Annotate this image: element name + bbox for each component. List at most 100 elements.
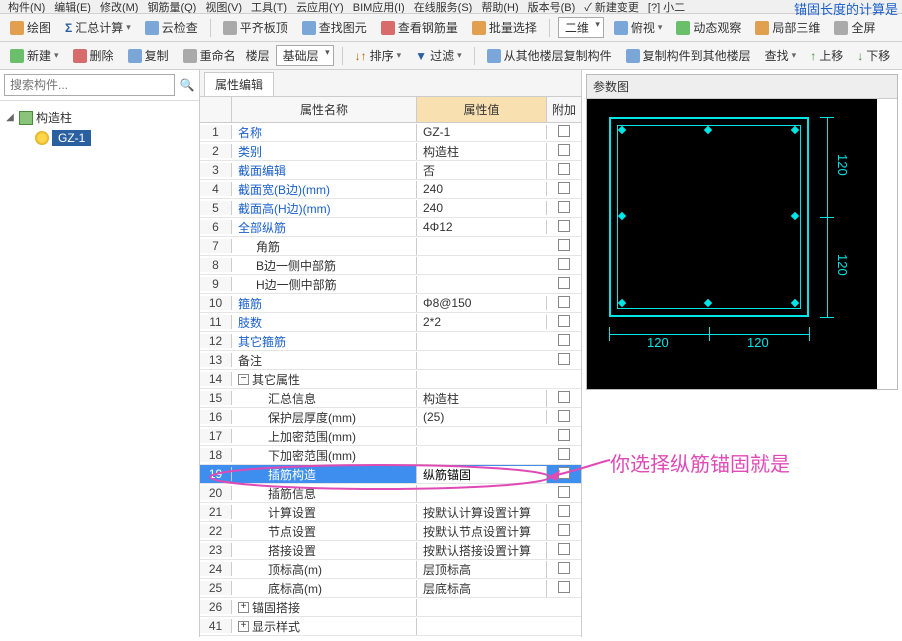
table-row[interactable]: 7角筋 <box>200 237 581 256</box>
prop-value[interactable]: Φ8@150 <box>417 296 547 310</box>
extra-cell[interactable] <box>547 581 581 596</box>
checkbox[interactable] <box>558 239 570 251</box>
viewmode-button[interactable]: 俯视 ▾ <box>610 17 667 38</box>
prop-value[interactable]: 否 <box>417 162 547 179</box>
table-row[interactable]: 12其它箍筋 <box>200 332 581 351</box>
prop-value[interactable]: 按默认节点设置计算 <box>417 523 547 540</box>
prop-value[interactable]: 240 <box>417 182 547 196</box>
checkbox[interactable] <box>558 125 570 137</box>
prop-value[interactable]: (25) <box>417 410 547 424</box>
fullscreen-button[interactable]: 全屏 <box>830 17 879 38</box>
find-button[interactable]: 查找 ▾ <box>761 45 801 66</box>
checkbox[interactable] <box>558 182 570 194</box>
table-row[interactable]: 13备注 <box>200 351 581 370</box>
extra-cell[interactable] <box>547 163 581 178</box>
table-row[interactable]: 14− 其它属性 <box>200 370 581 389</box>
table-row[interactable]: 16保护层厚度(mm)(25) <box>200 408 581 427</box>
checkbox[interactable] <box>558 277 570 289</box>
checkbox[interactable] <box>558 144 570 156</box>
extra-cell[interactable] <box>547 505 581 520</box>
table-row[interactable]: 22节点设置按默认节点设置计算 <box>200 522 581 541</box>
search-icon[interactable]: 🔍 <box>179 77 195 93</box>
draw-button[interactable]: 绘图 <box>6 17 55 38</box>
prop-value[interactable]: 层顶标高 <box>417 561 547 578</box>
findelem-button[interactable]: 查找图元 <box>298 17 371 38</box>
extra-cell[interactable] <box>547 201 581 216</box>
checkbox[interactable] <box>558 163 570 175</box>
table-row[interactable]: 19插筋构造纵筋锚固 <box>200 465 581 484</box>
checkbox[interactable] <box>558 448 570 460</box>
checkbox[interactable] <box>558 220 570 232</box>
menu-item[interactable]: 构件(N) <box>8 0 45 14</box>
table-row[interactable]: 20插筋信息 <box>200 484 581 503</box>
checkbox[interactable] <box>558 334 570 346</box>
extra-cell[interactable] <box>547 144 581 159</box>
tree-root[interactable]: ◢ 构造柱 <box>4 107 195 128</box>
cloudcheck-button[interactable]: 云检查 <box>141 17 202 38</box>
menu-item[interactable]: 在线服务(S) <box>414 0 473 14</box>
table-row[interactable]: 21计算设置按默认计算设置计算 <box>200 503 581 522</box>
checkbox[interactable] <box>558 543 570 555</box>
copy-button[interactable]: 复制 <box>124 45 173 66</box>
menu-item[interactable]: 修改(M) <box>100 0 139 14</box>
extra-cell[interactable] <box>547 562 581 577</box>
extra-cell[interactable] <box>547 486 581 501</box>
menu-item[interactable]: 视图(V) <box>205 0 242 14</box>
floor-combo[interactable]: 基础层 <box>276 45 334 66</box>
copyfrom-button[interactable]: 从其他楼层复制构件 <box>483 45 616 66</box>
checkbox[interactable] <box>558 562 570 574</box>
extra-cell[interactable] <box>547 410 581 425</box>
delete-button[interactable]: 删除 <box>69 45 118 66</box>
collapse-icon[interactable]: ◢ <box>4 112 16 123</box>
menu-item[interactable]: 版本号(B) <box>528 0 576 14</box>
extra-cell[interactable] <box>547 429 581 444</box>
search-input[interactable] <box>4 74 175 96</box>
table-row[interactable]: 25底标高(m)层底标高 <box>200 579 581 598</box>
checkbox[interactable] <box>558 410 570 422</box>
flattop-button[interactable]: 平齐板顶 <box>219 17 292 38</box>
copyto-button[interactable]: 复制构件到其他楼层 <box>622 45 755 66</box>
moveup-button[interactable]: ↑ 上移 <box>806 45 847 66</box>
checkbox[interactable] <box>558 391 570 403</box>
extra-cell[interactable] <box>547 353 581 368</box>
tab-property-edit[interactable]: 属性编辑 <box>204 72 274 96</box>
table-row[interactable]: 5截面高(H边)(mm)240 <box>200 199 581 218</box>
table-row[interactable]: 23搭接设置按默认搭接设置计算 <box>200 541 581 560</box>
extra-cell[interactable] <box>547 467 581 482</box>
prop-value[interactable]: 构造柱 <box>417 143 547 160</box>
expand-icon[interactable]: + <box>238 602 249 613</box>
dim-combo[interactable]: 二维 <box>558 17 604 38</box>
prop-value[interactable]: 按默认搭接设置计算 <box>417 542 547 559</box>
table-row[interactable]: 10箍筋Φ8@150 <box>200 294 581 313</box>
extra-cell[interactable] <box>547 239 581 254</box>
menu-item[interactable]: ✓ 新建变更 <box>584 0 639 14</box>
checkbox[interactable] <box>558 467 570 479</box>
expand-icon[interactable]: − <box>238 374 249 385</box>
table-row[interactable]: 2类别构造柱 <box>200 142 581 161</box>
prop-value[interactable]: 构造柱 <box>417 390 547 407</box>
extra-cell[interactable] <box>547 296 581 311</box>
prop-value[interactable]: 纵筋锚固 <box>417 466 547 483</box>
menu-item[interactable]: 云应用(Y) <box>296 0 344 14</box>
table-row[interactable]: 9H边一侧中部筋 <box>200 275 581 294</box>
sort-button[interactable]: ↓↑ 排序 ▾ <box>351 45 406 66</box>
extra-cell[interactable] <box>547 182 581 197</box>
checkbox[interactable] <box>558 581 570 593</box>
checkbox[interactable] <box>558 486 570 498</box>
extra-cell[interactable] <box>547 334 581 349</box>
menu-item[interactable]: 编辑(E) <box>54 0 91 14</box>
extra-cell[interactable] <box>547 391 581 406</box>
expand-icon[interactable]: + <box>238 621 249 632</box>
prop-value[interactable]: GZ-1 <box>417 125 547 139</box>
extra-cell[interactable] <box>547 258 581 273</box>
movedown-button[interactable]: ↓ 下移 <box>853 45 894 66</box>
extra-cell[interactable] <box>547 315 581 330</box>
table-row[interactable]: 6全部纵筋4Φ12 <box>200 218 581 237</box>
extra-cell[interactable] <box>547 277 581 292</box>
menu-item[interactable]: 钢筋量(Q) <box>147 0 196 14</box>
dynview-button[interactable]: 动态观察 <box>672 17 745 38</box>
menu-item[interactable]: 帮助(H) <box>481 0 518 14</box>
table-row[interactable]: 17上加密范围(mm) <box>200 427 581 446</box>
table-row[interactable]: 8B边一侧中部筋 <box>200 256 581 275</box>
menu-item[interactable]: 工具(T) <box>251 0 287 14</box>
